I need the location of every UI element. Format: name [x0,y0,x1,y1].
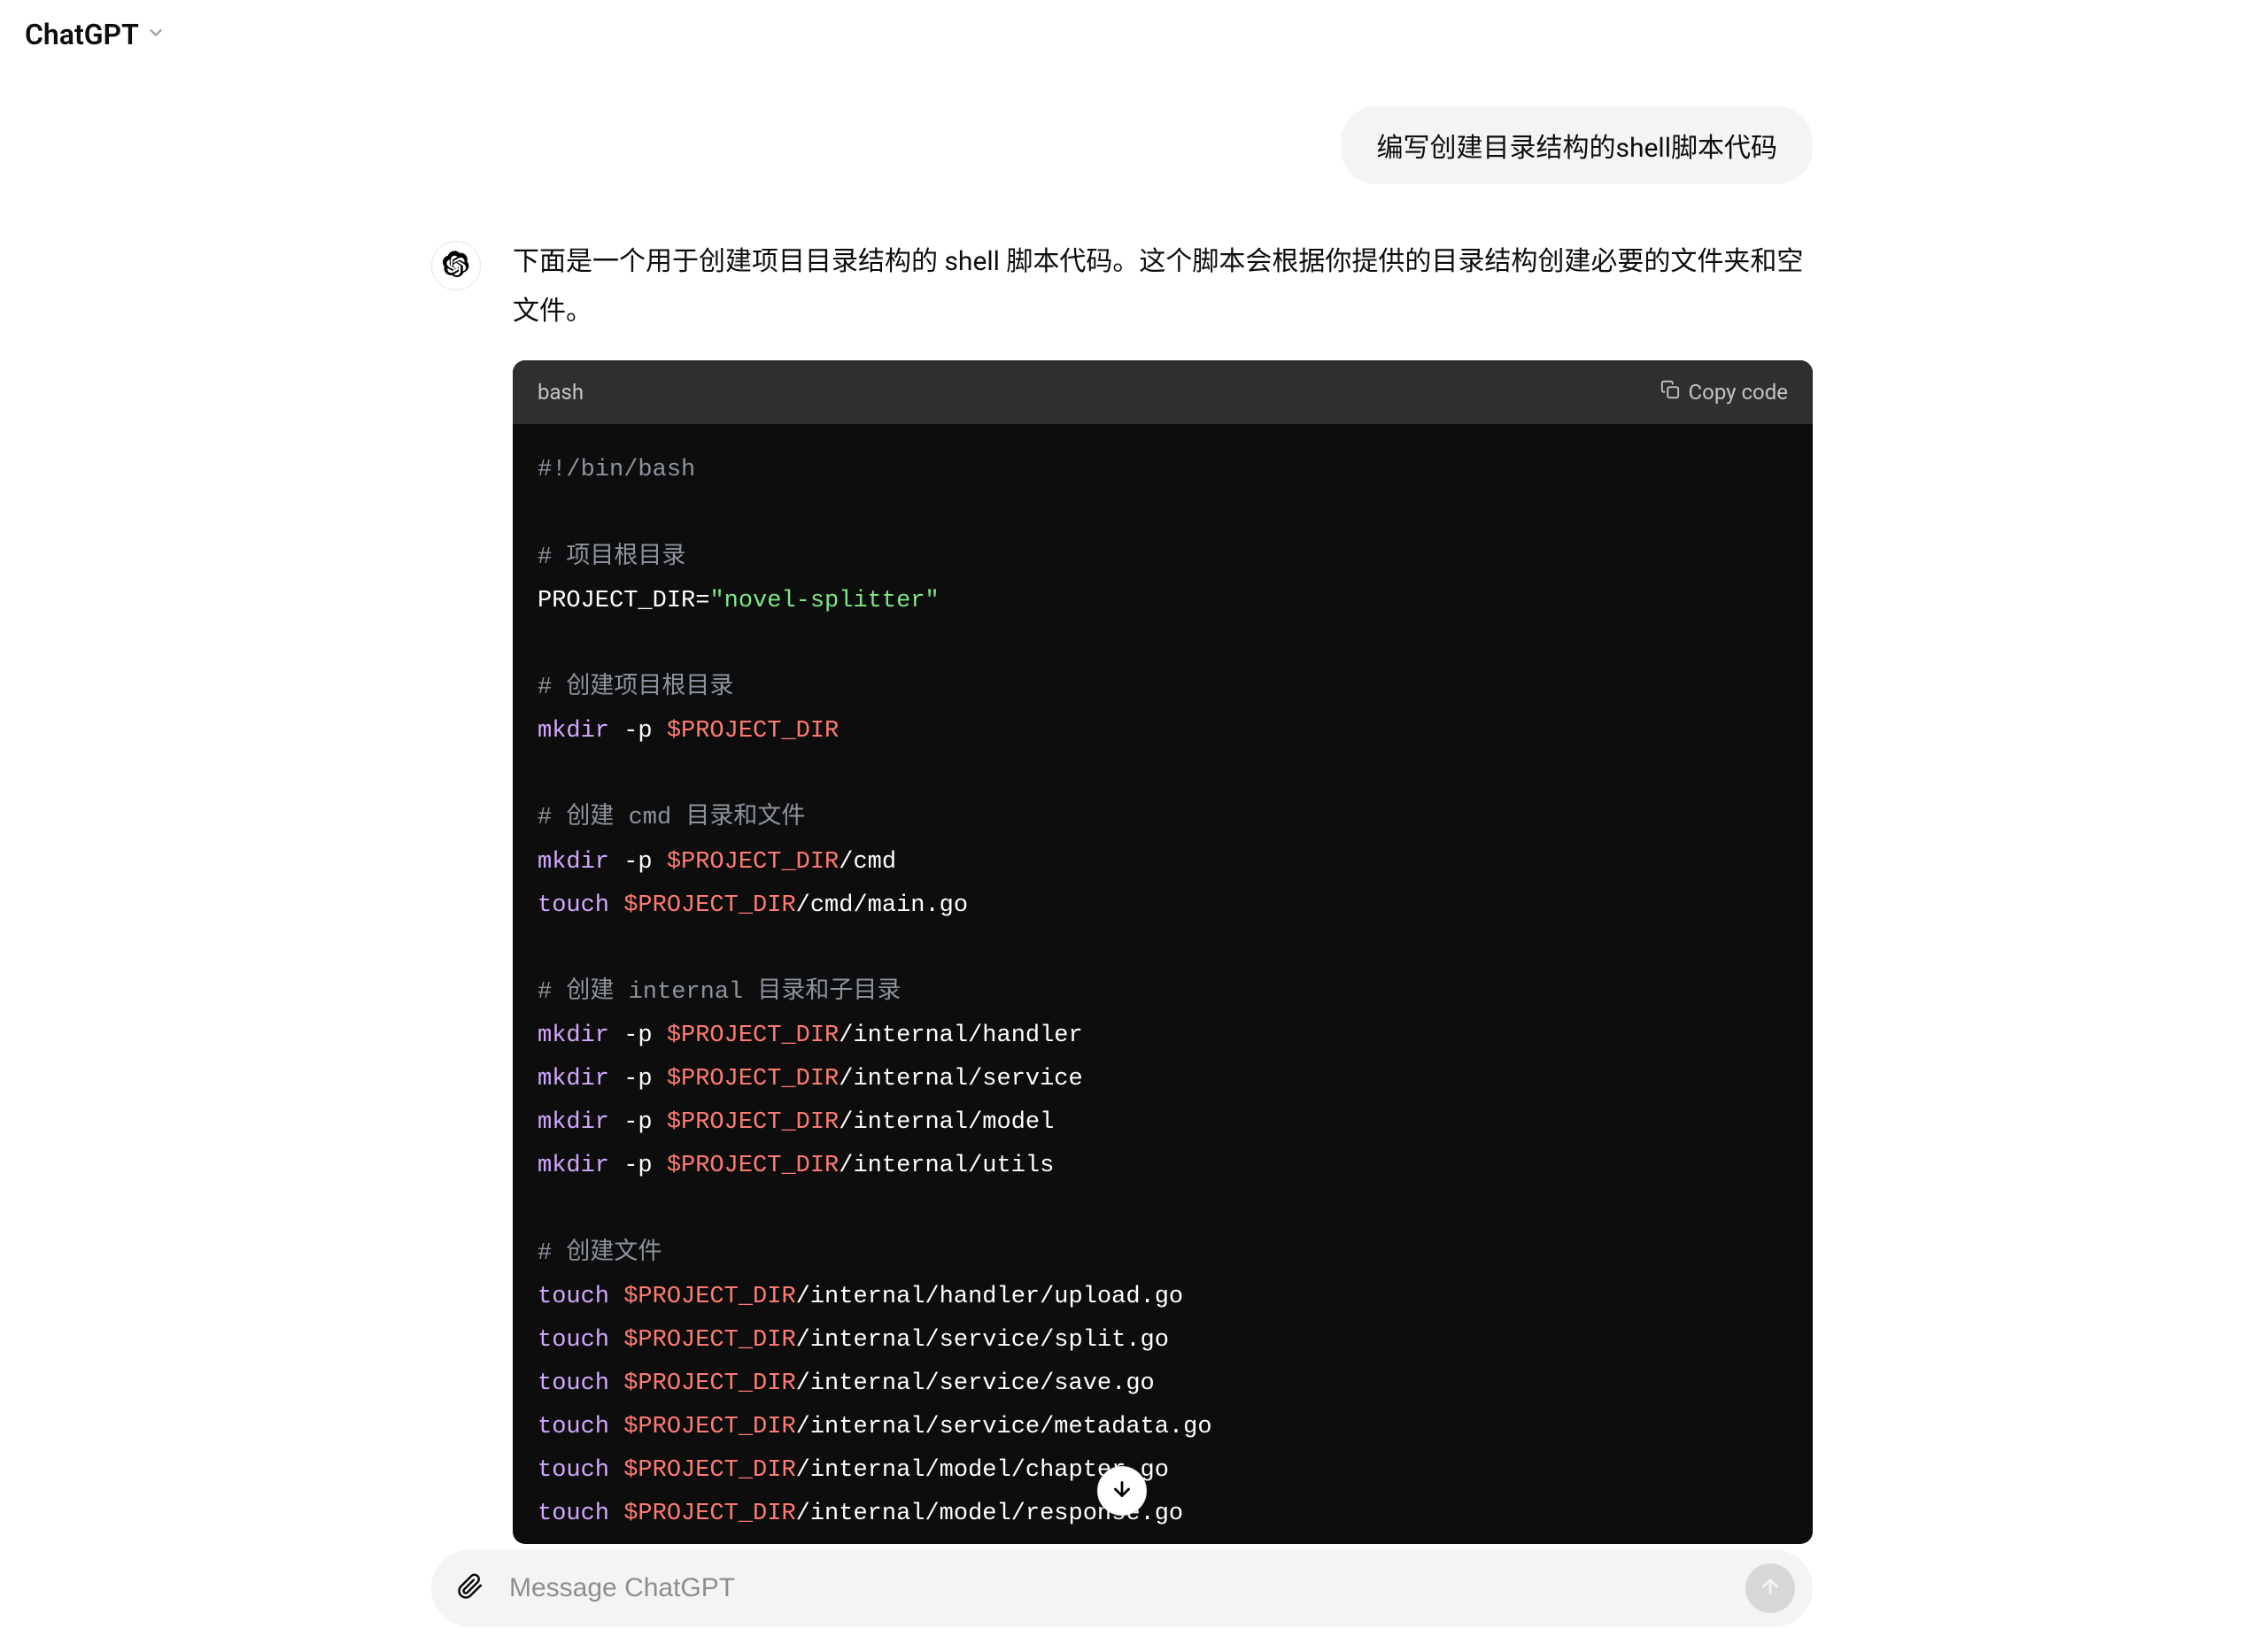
copy-code-label: Copy code [1689,373,1788,412]
copy-code-button[interactable]: Copy code [1660,373,1788,412]
user-message-bubble: 编写创建目录结构的shell脚本代码 [1341,106,1813,184]
user-message-row: 编写创建目录结构的shell脚本代码 [431,106,1813,184]
assistant-avatar [431,241,481,290]
copy-icon [1660,373,1680,412]
send-button[interactable] [1745,1563,1795,1613]
paperclip-icon [457,1573,484,1603]
app-title: ChatGPT [25,18,139,51]
assistant-message-row: 下面是一个用于创建项目目录结构的 shell 脚本代码。这个脚本会根据你提供的目… [431,237,1813,1544]
arrow-up-icon [1759,1575,1782,1602]
assistant-intro-text: 下面是一个用于创建项目目录结构的 shell 脚本代码。这个脚本会根据你提供的目… [513,237,1813,336]
composer [431,1549,1813,1627]
message-input[interactable] [509,1573,1728,1603]
code-body[interactable]: #!/bin/bash # 项目根目录 PROJECT_DIR="novel-s… [513,424,1813,1543]
attach-button[interactable] [449,1567,491,1610]
chat-scroll-area[interactable]: 编写创建目录结构的shell脚本代码 下面是一个用于创建项目目录结构的 shel… [0,106,2244,1546]
code-block-header: bash Copy code [513,360,1813,424]
code-language-label: bash [538,373,584,412]
code-block: bash Copy code #!/bin/bash # 项目根目录 PROJE… [513,360,1813,1544]
model-selector[interactable]: ChatGPT [25,18,166,51]
user-message-text: 编写创建目录结构的shell脚本代码 [1376,133,1777,164]
composer-wrapper [0,1549,2244,1627]
scroll-to-bottom-button[interactable] [1097,1466,1147,1516]
assistant-message-content: 下面是一个用于创建项目目录结构的 shell 脚本代码。这个脚本会根据你提供的目… [513,237,1813,1544]
chevron-down-icon [146,23,166,47]
openai-logo-icon [443,251,469,281]
arrow-down-icon [1110,1478,1134,1504]
